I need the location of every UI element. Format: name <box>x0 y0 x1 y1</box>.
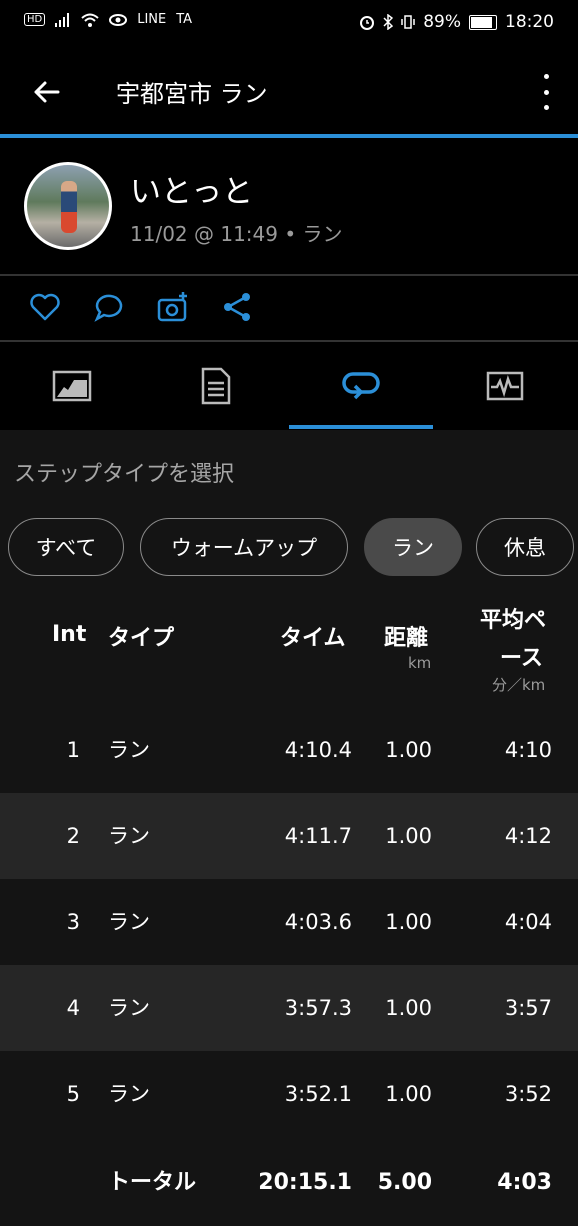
total-label: トータル <box>108 1170 197 1195</box>
tab-laps[interactable] <box>289 342 433 430</box>
cell-time: 4:03.6 <box>284 910 352 934</box>
cell-time: 4:10.4 <box>284 738 352 762</box>
total-distance: 5.00 <box>377 1170 432 1195</box>
cell-int: 5 <box>66 1082 80 1106</box>
like-heart-icon[interactable] <box>28 290 62 324</box>
step-type-chips: すべて ウォームアップ ラン 休息 <box>0 518 578 578</box>
cell-int: 1 <box>66 738 80 762</box>
col-header-type: タイプ <box>108 626 175 651</box>
laps-loop-icon <box>342 372 380 400</box>
activity-header: いとっと 11/02 @ 11:49 • ラン <box>0 138 578 274</box>
activity-meta: 11/02 @ 11:49 • ラン <box>130 222 343 246</box>
step-type-label: ステップタイプを選択 <box>14 462 235 487</box>
page-title: 宇都宮市 ラン <box>116 80 268 108</box>
col-header-time: タイム <box>280 626 346 651</box>
chip-warmup[interactable]: ウォームアップ <box>140 518 348 576</box>
chip-run[interactable]: ラン <box>364 518 462 576</box>
action-bar <box>0 276 578 340</box>
cell-time: 3:57.3 <box>284 996 352 1020</box>
col-header-pace-cont: ース <box>500 646 543 671</box>
cell-pace: 4:04 <box>504 910 552 934</box>
cell-type: ラン <box>108 996 150 1020</box>
table-row: 5 ラン 3:52.1 1.00 3:52 <box>0 1051 578 1137</box>
chip-all[interactable]: すべて <box>8 518 124 576</box>
cell-distance: 1.00 <box>385 738 432 762</box>
back-arrow-icon[interactable] <box>28 74 64 110</box>
eye-icon <box>109 13 128 26</box>
table-row: 3 ラン 4:03.6 1.00 4:04 <box>0 879 578 965</box>
cell-int: 4 <box>66 996 80 1020</box>
cell-pace: 4:12 <box>504 824 552 848</box>
app-bar: 宇都宮市 ラン <box>0 46 578 134</box>
total-time: 20:15.1 <box>258 1170 352 1195</box>
tab-overview[interactable] <box>0 342 144 430</box>
cell-type: ラン <box>108 1082 150 1106</box>
cell-pace: 4:10 <box>504 738 552 762</box>
table-row: 1 ラン 4:10.4 1.00 4:10 <box>0 707 578 793</box>
cell-int: 3 <box>66 910 80 934</box>
signal-icon <box>55 12 70 27</box>
col-header-pace-unit: 分／km <box>492 676 546 694</box>
avatar[interactable] <box>24 162 112 250</box>
active-tab-indicator <box>289 425 433 429</box>
heart-rate-chart-icon <box>486 371 524 401</box>
vibrate-icon <box>401 15 415 29</box>
total-pace: 4:03 <box>497 1170 552 1195</box>
cell-distance: 1.00 <box>385 910 432 934</box>
col-header-pace: 平均ペ <box>480 608 547 633</box>
wifi-icon <box>81 13 99 27</box>
col-header-int: Int <box>52 622 87 647</box>
cell-distance: 1.00 <box>385 824 432 848</box>
table-total-row: トータル 20:15.1 5.00 4:03 <box>0 1140 578 1200</box>
tab-charts[interactable] <box>433 342 577 430</box>
col-header-distance-unit: km <box>408 654 432 672</box>
alarm-icon <box>360 16 375 30</box>
more-menu-icon[interactable] <box>538 74 554 110</box>
add-photo-icon[interactable] <box>156 290 190 324</box>
user-name[interactable]: いとっと <box>130 166 253 211</box>
cell-time: 3:52.1 <box>284 1082 352 1106</box>
cell-int: 2 <box>66 824 80 848</box>
cell-type: ラン <box>108 824 150 848</box>
tab-stats[interactable] <box>144 342 288 430</box>
table-row: 4 ラン 3:57.3 1.00 3:57 <box>0 965 578 1051</box>
status-bar: HD LINE TA 89% 18:20 <box>0 0 578 46</box>
cell-type: ラン <box>108 738 150 762</box>
cell-type: ラン <box>108 910 150 934</box>
ta-icon: TA <box>176 12 193 27</box>
col-header-distance: 距離 <box>384 626 429 651</box>
document-icon <box>201 367 231 405</box>
cell-pace: 3:52 <box>504 1082 552 1106</box>
cell-distance: 1.00 <box>385 1082 432 1106</box>
line-app-icon: LINE <box>137 12 167 27</box>
battery-percent: 89% <box>423 12 461 32</box>
cell-distance: 1.00 <box>385 996 432 1020</box>
activity-tabs <box>0 342 578 430</box>
bluetooth-icon <box>383 14 394 30</box>
cell-pace: 3:57 <box>504 996 552 1020</box>
chip-rest[interactable]: 休息 <box>476 518 574 576</box>
battery-icon <box>469 14 497 30</box>
cell-time: 4:11.7 <box>284 824 352 848</box>
share-icon[interactable] <box>220 290 254 324</box>
comment-icon[interactable] <box>92 290 126 324</box>
clock: 18:20 <box>505 12 554 32</box>
chart-overview-icon <box>52 370 92 402</box>
table-row: 2 ラン 4:11.7 1.00 4:12 <box>0 793 578 879</box>
hd-icon: HD <box>24 13 46 26</box>
